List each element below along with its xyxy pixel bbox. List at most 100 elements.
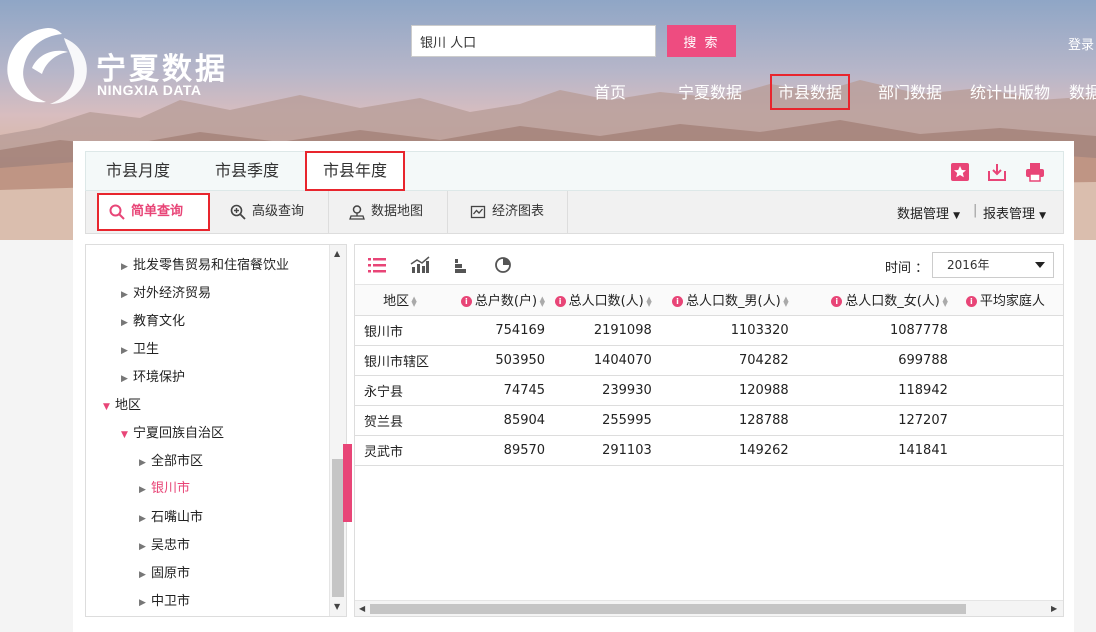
tree-item[interactable]: ▶ 环境保护 [121, 368, 185, 388]
star-icon[interactable] [950, 162, 970, 182]
advanced-query-label: 高级查询 [252, 204, 305, 219]
view-toolbar: 时间 ： 2016年 [355, 245, 1063, 285]
nav-publications[interactable]: 统计出版物 [970, 74, 1050, 110]
tree-item[interactable]: ▼ 宁夏回族自治区 [121, 424, 224, 444]
table-cell: 灵武市 [355, 435, 446, 466]
column-header-label: 总人口数_女(人) [845, 294, 940, 310]
scroll-up-icon[interactable]: ▲ [334, 249, 340, 258]
column-header-label: 总人口数(人) [568, 294, 644, 310]
chevron-right-icon: ▶ [121, 374, 128, 384]
table-cell: 754169 [445, 315, 552, 346]
chevron-right-icon: ▶ [121, 290, 128, 300]
column-header[interactable]: i 总人口数_女(人) ▲ ▼ [794, 285, 954, 316]
tree-item-label: 卫生 [133, 342, 160, 357]
column-header-label: 平均家庭人 [979, 294, 1045, 310]
category-tree: ▶ 批发零售贸易和住宿餐饮业 ▶ 对外经济贸易 ▶ 教育文化 ▶ 卫生 ▶ 环境保护 ▼ 地… [85, 244, 347, 617]
table-cell: 2191098 [551, 315, 658, 346]
search-input[interactable] [411, 25, 656, 57]
info-icon: i [965, 296, 977, 308]
sort-icon: ▲ ▼ [942, 294, 948, 308]
column-header[interactable]: i 平均家庭人 [953, 285, 1063, 316]
economic-chart-label: 经济图表 [492, 204, 545, 219]
column-header[interactable]: i 总人口数_男(人) ▲ ▼ [657, 285, 795, 316]
tree-item[interactable]: ▼ 地区 [103, 396, 141, 416]
splitter-handle[interactable] [343, 444, 352, 522]
data-map-button[interactable]: 数据地图 [329, 191, 448, 233]
download-icon[interactable] [987, 162, 1007, 182]
tree-item[interactable]: ▶ 教育文化 [121, 312, 185, 332]
nav-department-data[interactable]: 部门数据 [878, 74, 942, 110]
simple-query-label: 简单查询 [131, 204, 184, 219]
pie-chart-icon[interactable] [493, 256, 513, 274]
chart-icon [470, 205, 486, 218]
chevron-right-icon: ▶ [121, 262, 128, 272]
chevron-right-icon: ▶ [139, 458, 146, 468]
tab-yearly[interactable]: 市县年度 [305, 151, 406, 191]
table-cell: 银川市 [355, 315, 446, 346]
scroll-right-icon[interactable]: ▶ [1051, 604, 1057, 613]
table-cell: 银川市辖区 [355, 345, 446, 376]
query-toolbar: 简单查询 高级查询 数据地图 经济图表 数据管理 ▼ | 报表管理 ▼ [85, 191, 1064, 234]
chevron-down-icon: ▼ [103, 402, 110, 412]
nav-more-data[interactable]: 数据 [1069, 74, 1096, 110]
tree-item[interactable]: ▶ 中卫市 [139, 592, 190, 612]
tree-scrollbar[interactable]: ▲ ▼ [329, 245, 346, 616]
tree-item[interactable]: ▶ 固原市 [139, 564, 190, 584]
table-cell: 141841 [794, 435, 954, 466]
table-cell: 127207 [794, 405, 954, 436]
toolbar-divider: | [973, 203, 978, 218]
caret-down-icon: ▼ [1039, 211, 1047, 221]
nav-home[interactable]: 首页 [594, 74, 626, 110]
info-icon: i [672, 296, 683, 308]
table-view-icon[interactable] [367, 256, 387, 274]
report-manage-dropdown[interactable]: 报表管理 ▼ [983, 203, 1046, 222]
tree-item[interactable]: ▶ 批发零售贸易和住宿餐饮业 [121, 256, 289, 276]
tree-item-label: 批发零售贸易和住宿餐饮业 [133, 258, 290, 273]
nav-ningxia-data[interactable]: 宁夏数据 [678, 74, 742, 110]
info-icon: i [460, 296, 472, 308]
chevron-right-icon: ▶ [139, 598, 146, 608]
tree-item[interactable]: ▶ 石嘴山市 [139, 508, 203, 528]
scroll-down-icon[interactable]: ▼ [334, 602, 340, 611]
tree-item-label: 银川市 [151, 481, 191, 496]
tree-item-label: 环境保护 [133, 370, 186, 385]
bar-chart-icon[interactable] [452, 256, 472, 274]
scroll-left-icon[interactable]: ◀ [359, 604, 365, 613]
table-cell: 255995 [551, 405, 658, 436]
sort-icon: ▲ ▼ [411, 294, 417, 308]
tab-quarterly[interactable]: 市县季度 [215, 152, 279, 190]
table-cell: 291103 [551, 435, 658, 466]
tree-item[interactable]: ▶ 吴忠市 [139, 536, 190, 556]
data-panel: 时间 ： 2016年 地区 ▲ ▼ i 总户数(户) ▲ ▼ i 总人口数(人) ▲ ▼ i 总人… [354, 244, 1064, 617]
login-link[interactable]: 登录 [1068, 34, 1094, 53]
tree-item[interactable]: ▶ 卫生 [121, 340, 159, 360]
tree-item-selected[interactable]: ▶ 银川市 [139, 479, 190, 499]
chevron-right-icon: ▶ [139, 542, 146, 552]
tab-monthly[interactable]: 市县月度 [106, 152, 170, 190]
column-header[interactable]: i 总户数(户) ▲ ▼ [445, 285, 552, 316]
info-icon: i [831, 296, 843, 308]
table-cell: 永宁县 [355, 375, 446, 406]
logo[interactable]: 宁夏数据 NINGXIA DATA [0, 22, 240, 112]
column-header[interactable]: i 总人口数(人) ▲ ▼ [551, 285, 658, 316]
period-tabs: 市县月度 市县季度 市县年度 [85, 151, 1064, 191]
table-cell: 149262 [657, 435, 795, 466]
table-scrollbar-thumb[interactable] [370, 604, 966, 614]
simple-query-button[interactable]: 简单查询 [97, 193, 210, 231]
zoom-plus-icon [230, 204, 246, 220]
line-chart-icon[interactable] [410, 256, 430, 274]
table-cell: 120988 [657, 375, 795, 406]
year-select[interactable]: 2016年 [932, 252, 1054, 278]
print-icon[interactable] [1025, 162, 1045, 182]
chevron-right-icon: ▶ [139, 485, 146, 495]
chevron-right-icon: ▶ [121, 346, 128, 356]
table-horizontal-scrollbar[interactable]: ◀ ▶ [355, 600, 1063, 616]
advanced-query-button[interactable]: 高级查询 [214, 191, 329, 233]
tree-item[interactable]: ▶ 对外经济贸易 [121, 284, 211, 304]
nav-county-data[interactable]: 市县数据 [770, 74, 851, 110]
search-button[interactable]: 搜 索 [667, 25, 736, 57]
column-header[interactable]: 地区 ▲ ▼ [355, 285, 446, 316]
economic-chart-button[interactable]: 经济图表 [448, 191, 568, 233]
data-manage-dropdown[interactable]: 数据管理 ▼ [897, 203, 960, 222]
tree-item[interactable]: ▶ 全部市区 [139, 452, 203, 472]
